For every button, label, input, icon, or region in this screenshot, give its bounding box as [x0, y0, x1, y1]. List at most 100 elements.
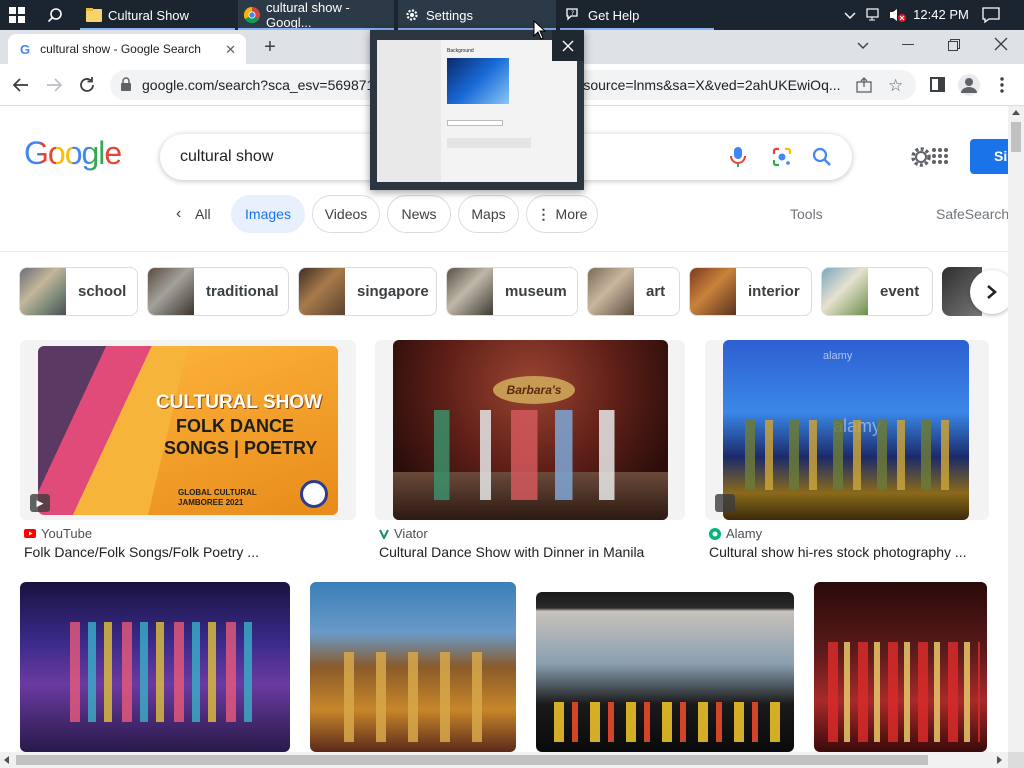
result-source[interactable]: YouTube: [24, 526, 92, 541]
tab-all[interactable]: All: [195, 206, 211, 222]
tab-images[interactable]: Images: [231, 195, 305, 233]
sign-in-button[interactable]: Si: [970, 139, 1008, 174]
scroll-left-arrow[interactable]: [4, 756, 9, 764]
related-next-button[interactable]: [970, 270, 1008, 314]
settings-gear-icon[interactable]: [910, 146, 932, 168]
taskbar-app-file-explorer[interactable]: Cultural Show: [80, 0, 235, 30]
image-result-7[interactable]: [814, 582, 987, 752]
related-chip-interior[interactable]: interior: [689, 267, 812, 316]
google-apps-icon[interactable]: [932, 148, 948, 164]
taskbar-search-button[interactable]: [40, 0, 70, 30]
tab-videos[interactable]: Videos: [312, 195, 380, 233]
url-text-end: &source=lnms&sa=X&ved=2ahUKEwiOq...: [574, 77, 841, 93]
settings-window-preview[interactable]: Background: [370, 30, 584, 190]
tab-news[interactable]: News: [387, 195, 451, 233]
clock[interactable]: 12:42 PM: [912, 7, 970, 22]
close-icon: [994, 37, 1008, 51]
taskbar-app-chrome[interactable]: cultural show - Googl...: [238, 0, 394, 30]
alamy-icon: [709, 527, 721, 540]
back-button[interactable]: [12, 76, 30, 94]
bookmark-star-icon[interactable]: ☆: [888, 76, 903, 96]
image-result-3[interactable]: alamy alamy: [723, 340, 969, 520]
preview-controls: [447, 120, 503, 126]
image-result-4[interactable]: [20, 582, 290, 752]
lock-icon: [120, 77, 132, 94]
share-icon[interactable]: [856, 77, 872, 96]
result-source[interactable]: Alamy: [709, 526, 762, 541]
restore-button[interactable]: [948, 38, 960, 51]
notification-icon: [982, 7, 1000, 24]
tab-maps[interactable]: Maps: [458, 195, 519, 233]
related-chip-label: interior: [748, 283, 800, 300]
mouse-cursor: [533, 19, 547, 40]
voice-search-icon[interactable]: [730, 146, 746, 173]
related-chip-event[interactable]: event: [821, 267, 933, 316]
related-chip-museum[interactable]: museum: [446, 267, 578, 316]
scroll-thumb[interactable]: [1011, 122, 1021, 152]
source-name: Viator: [394, 526, 428, 541]
tab-search-button[interactable]: [856, 38, 872, 54]
taskbar-app-label: cultural show - Googl...: [266, 0, 350, 30]
related-chip-art[interactable]: art: [587, 267, 680, 316]
windows-taskbar: Cultural Show cultural show - Googl... S…: [0, 0, 1024, 30]
image-result-3-frame[interactable]: alamy alamy: [705, 340, 989, 520]
scrollbar-corner: [1008, 752, 1024, 768]
image-result-5[interactable]: [310, 582, 516, 752]
tools-button[interactable]: Tools: [790, 206, 823, 222]
stage-sign: Barbara's: [493, 376, 575, 404]
show-hidden-icons-button[interactable]: [842, 7, 858, 23]
notification-center-button[interactable]: [982, 6, 1000, 24]
image-result-2[interactable]: Barbara's: [393, 340, 668, 520]
related-chip-traditional[interactable]: traditional: [147, 267, 289, 316]
result-caption[interactable]: Cultural Dance Show with Dinner in Manil…: [379, 544, 644, 560]
reload-button[interactable]: [78, 76, 96, 94]
back-chevron-icon[interactable]: ‹: [176, 205, 181, 223]
vertical-scrollbar[interactable]: [1008, 106, 1024, 752]
image-result-6[interactable]: [536, 592, 794, 752]
close-icon: [562, 40, 574, 51]
thumbnail: [690, 268, 736, 315]
image-result-2-frame[interactable]: Barbara's: [375, 340, 685, 520]
minimize-button[interactable]: [902, 44, 914, 45]
related-chip-label: singapore: [357, 283, 429, 300]
search-submit-icon[interactable]: [812, 147, 832, 172]
new-tab-button[interactable]: +: [258, 36, 282, 60]
result-caption[interactable]: Folk Dance/Folk Songs/Folk Poetry ...: [24, 544, 259, 560]
arrow-left-icon: [12, 78, 28, 92]
image-result-1[interactable]: CULTURAL SHOW FOLK DANCE SONGS | POETRY …: [38, 346, 338, 515]
chevron-down-icon: [857, 42, 869, 49]
close-window-button[interactable]: [994, 37, 1008, 51]
close-tab-icon[interactable]: ✕: [225, 42, 236, 58]
start-button[interactable]: [0, 0, 34, 30]
search-query[interactable]: cultural show: [180, 148, 273, 166]
image-result-1-frame[interactable]: CULTURAL SHOW FOLK DANCE SONGS | POETRY …: [20, 340, 356, 520]
event-seal: [300, 480, 328, 508]
side-panel-button[interactable]: [930, 77, 945, 92]
safesearch-button[interactable]: SafeSearch: [936, 206, 1008, 222]
preview-heading: Background: [447, 48, 474, 54]
profile-avatar[interactable]: [958, 74, 980, 96]
volume-muted-icon[interactable]: [889, 7, 907, 23]
chrome-menu-button[interactable]: [999, 76, 1005, 94]
result-caption[interactable]: Cultural show hi-res stock photography .…: [709, 544, 967, 560]
browser-tab-google-search[interactable]: G cultural show - Google Search ✕: [8, 34, 246, 64]
horizontal-scrollbar[interactable]: [0, 752, 1008, 768]
google-logo[interactable]: Google: [24, 135, 122, 172]
performer-figures: [729, 420, 963, 490]
scroll-right-arrow[interactable]: [997, 756, 1002, 764]
preview-close-button[interactable]: [552, 30, 584, 61]
tab-more[interactable]: ⋮ More: [526, 195, 598, 233]
forward-button[interactable]: [45, 76, 63, 94]
thumbnail: [822, 268, 868, 315]
result-source[interactable]: Viator: [379, 526, 428, 541]
related-chip-label: event: [880, 283, 920, 300]
scroll-thumb[interactable]: [16, 755, 928, 765]
scroll-up-arrow[interactable]: [1012, 110, 1020, 115]
network-icon[interactable]: [865, 7, 881, 23]
divider: [0, 251, 1008, 252]
taskbar-app-get-help[interactable]: ? Get Help: [560, 0, 714, 30]
related-chip-singapore[interactable]: singapore: [298, 267, 437, 316]
lens-search-icon[interactable]: [772, 147, 792, 172]
sign-in-label: Si: [994, 148, 1008, 164]
related-chip-school[interactable]: school: [19, 267, 138, 316]
